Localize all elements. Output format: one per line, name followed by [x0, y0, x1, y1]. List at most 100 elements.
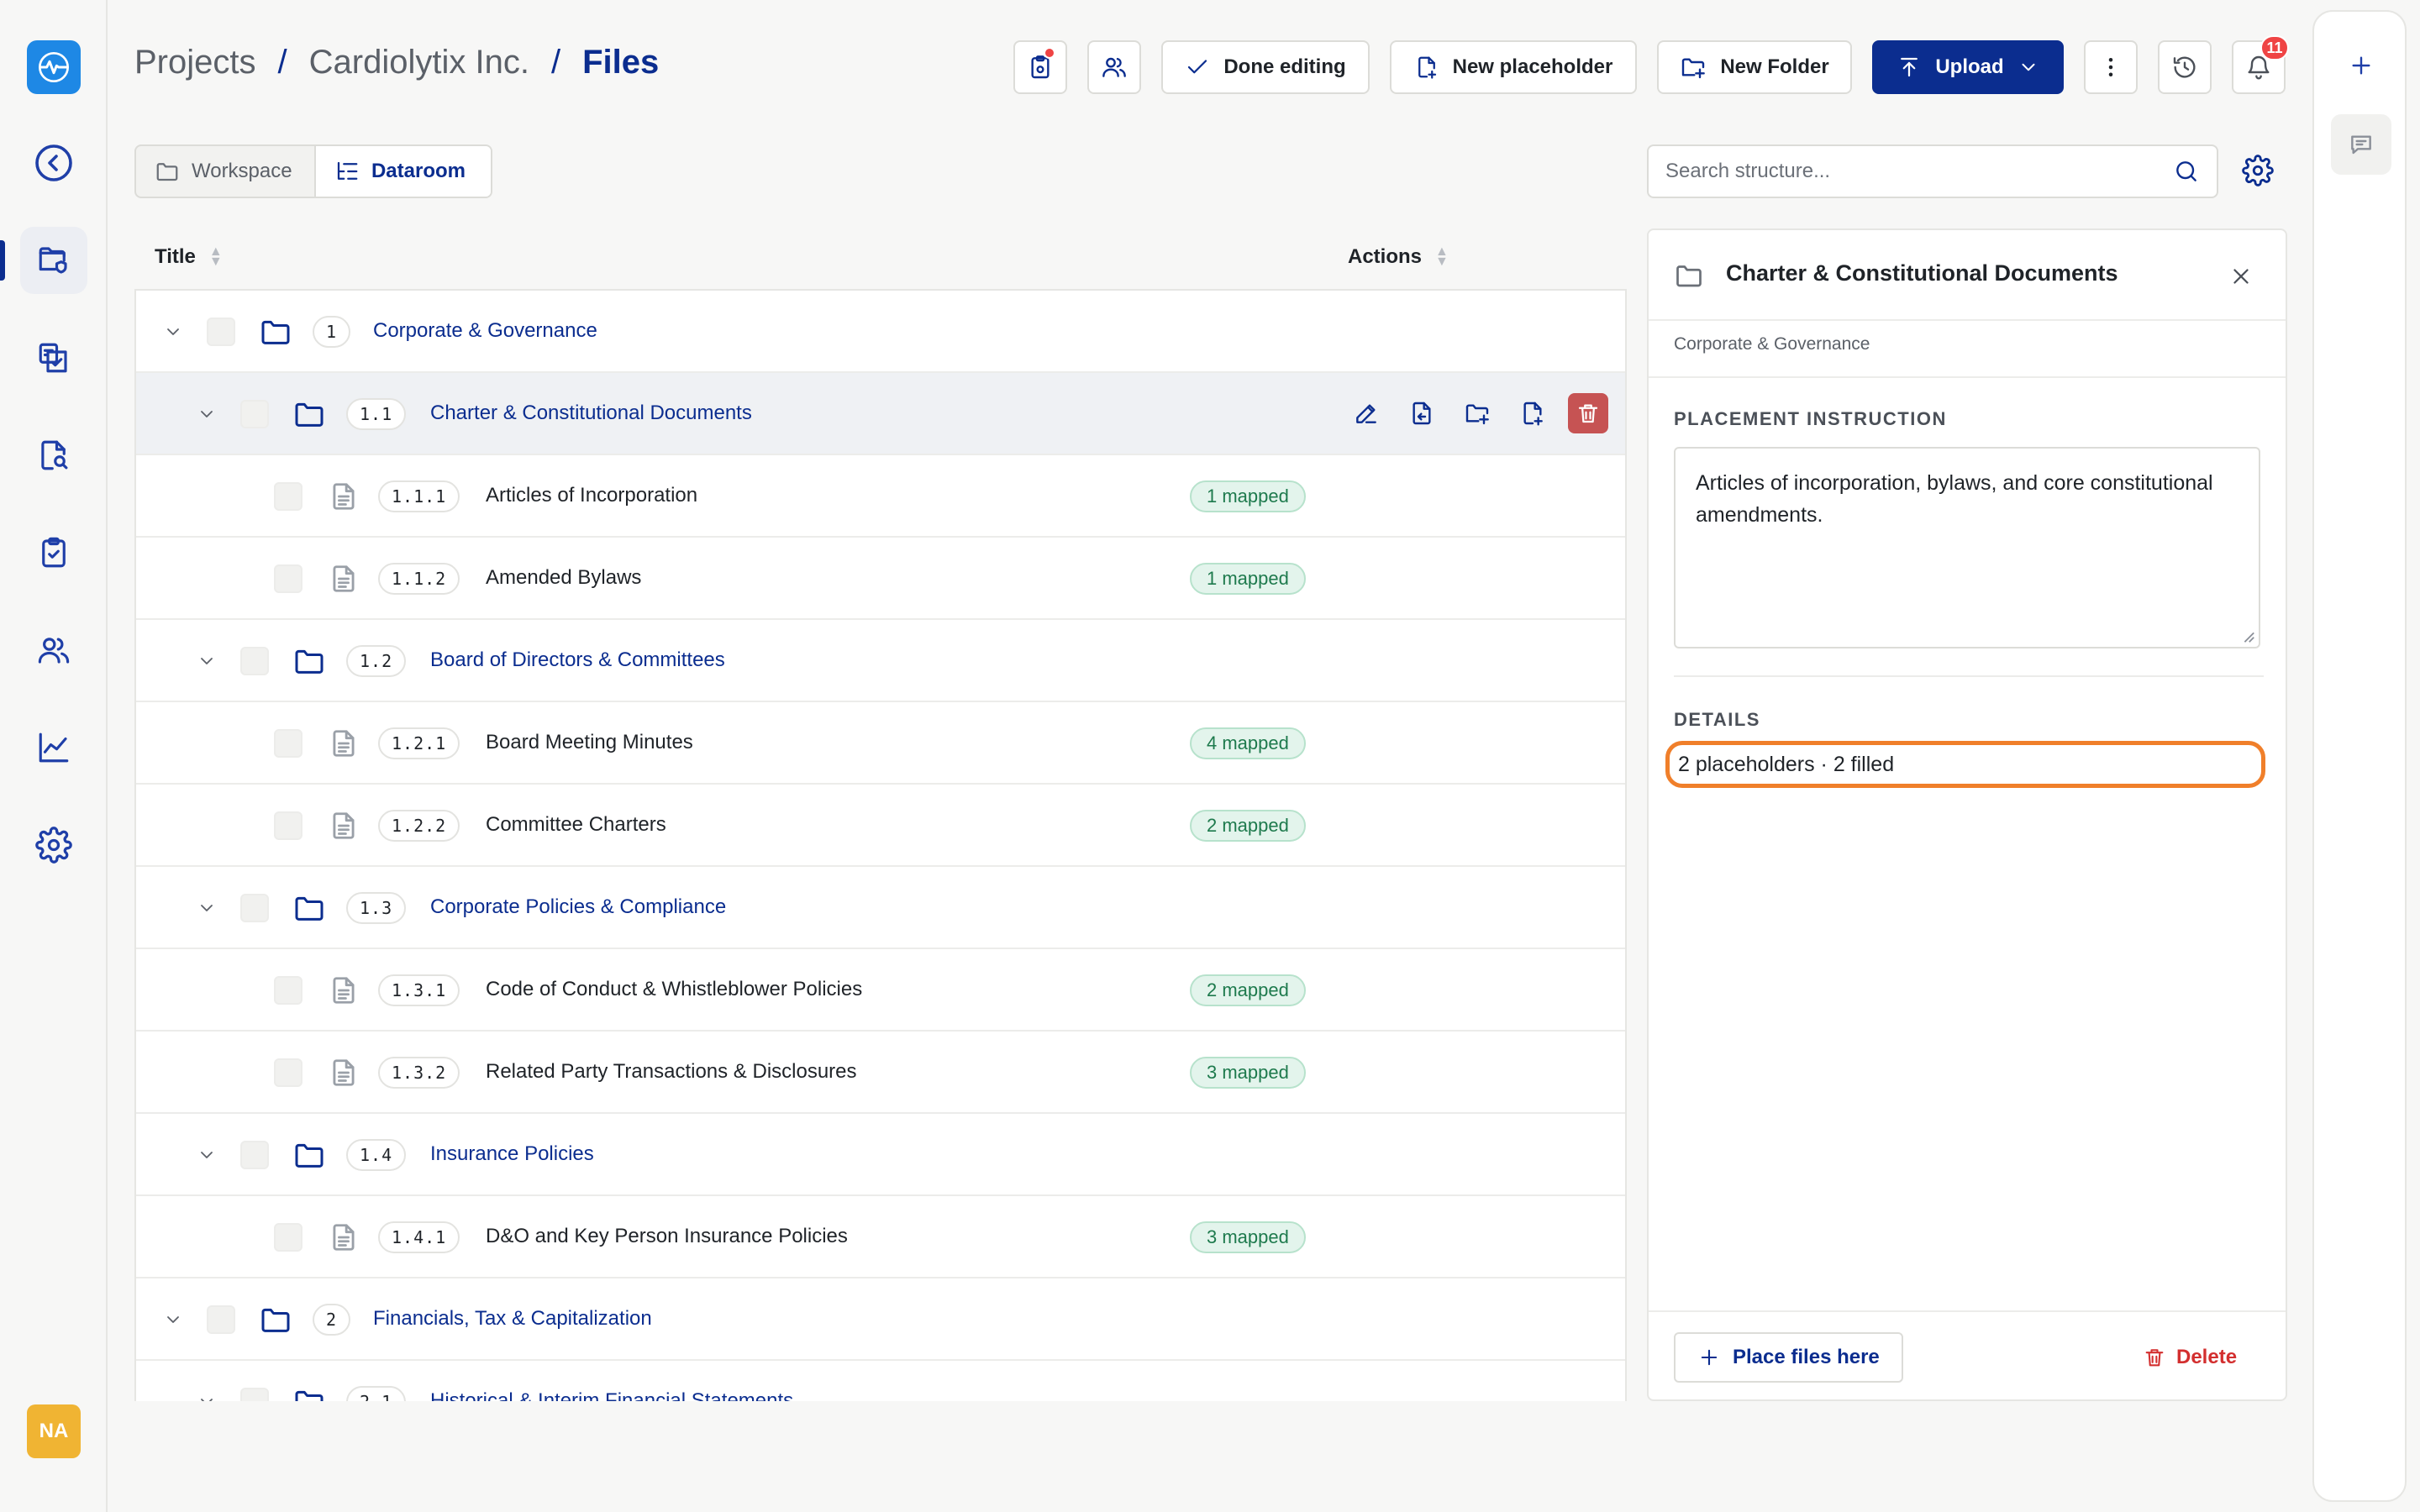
folder-row[interactable]: 1 Corporate & Governance [136, 291, 1625, 373]
place-files-here-button[interactable]: Place files here [1674, 1332, 1903, 1383]
row-checkbox[interactable] [240, 647, 269, 675]
add-placeholder-file-button[interactable] [1512, 393, 1553, 433]
folder-title[interactable]: Corporate & Governance [373, 319, 597, 343]
chevron-down-icon[interactable] [197, 1145, 217, 1165]
done-editing-button[interactable]: Done editing [1161, 40, 1370, 94]
folder-title[interactable]: Board of Directors & Committees [430, 648, 725, 672]
row-checkbox[interactable] [207, 1305, 235, 1334]
sort-icon[interactable]: ▲ ▼ [209, 245, 223, 269]
edit-pencil-button[interactable] [1346, 393, 1386, 433]
placeholder-title[interactable]: Board Meeting Minutes [486, 731, 693, 754]
folder-row[interactable]: 1.2 Board of Directors & Committees [136, 620, 1625, 702]
table-row[interactable]: 1.1.1 Articles of Incorporation 1 mapped [136, 455, 1625, 538]
members-button[interactable] [1087, 40, 1141, 94]
delete-button[interactable]: Delete [2143, 1332, 2237, 1383]
folder-row[interactable]: 2 Financials, Tax & Capitalization [136, 1278, 1625, 1361]
breadcrumb-projects[interactable]: Projects [134, 44, 256, 81]
more-vertical-icon [2108, 58, 2113, 76]
table-row[interactable]: 1.1.2 Amended Bylaws 1 mapped [136, 538, 1625, 620]
history-button[interactable] [2158, 40, 2212, 94]
placement-instruction-textarea[interactable]: Articles of incorporation, bylaws, and c… [1674, 447, 2260, 648]
search-icon [2176, 161, 2196, 181]
document-icon [333, 1224, 355, 1251]
tab-workspace[interactable]: Workspace [136, 146, 314, 197]
nav-files-icon[interactable] [20, 227, 87, 294]
placeholder-title[interactable]: Amended Bylaws [486, 566, 641, 590]
delete-row-button[interactable] [1568, 393, 1608, 433]
nav-analytics-icon[interactable] [20, 714, 87, 781]
chevron-down-icon[interactable] [163, 322, 183, 342]
folder-icon [261, 320, 290, 344]
new-placeholder-button[interactable]: New placeholder [1390, 40, 1637, 94]
upload-button[interactable]: Upload [1872, 40, 2064, 94]
task-clipboard-button[interactable] [1013, 40, 1067, 94]
more-options-button[interactable] [2084, 40, 2138, 94]
chevron-down-icon[interactable] [197, 1392, 217, 1401]
row-checkbox[interactable] [240, 1141, 269, 1169]
folder-title[interactable]: Historical & Interim Financial Statement… [430, 1389, 793, 1401]
move-file-button[interactable] [1402, 393, 1442, 433]
new-folder-button[interactable]: New Folder [1657, 40, 1852, 94]
add-subfolder-button[interactable] [1457, 393, 1497, 433]
row-checkbox[interactable] [274, 564, 302, 593]
table-row[interactable]: 1.3.1 Code of Conduct & Whistleblower Pol… [136, 949, 1625, 1032]
comments-icon[interactable] [2331, 114, 2391, 175]
close-icon[interactable] [2228, 264, 2254, 289]
row-checkbox[interactable] [207, 318, 235, 346]
table-row[interactable]: 1.4.1 D&O and Key Person Insurance Polici… [136, 1196, 1625, 1278]
back-icon[interactable] [20, 129, 87, 197]
app-logo-icon[interactable] [27, 40, 81, 94]
placeholder-title[interactable]: Code of Conduct & Whistleblower Policies [486, 978, 862, 1001]
user-avatar[interactable]: NA [27, 1404, 81, 1458]
row-checkbox[interactable] [274, 811, 302, 840]
folder-icon [295, 402, 324, 427]
nav-settings-gear-icon[interactable] [20, 811, 87, 879]
nav-review-icon[interactable] [20, 324, 87, 391]
folder-row[interactable]: 1.1 Charter & Constitutional Documents [136, 373, 1625, 455]
placeholder-title[interactable]: Committee Charters [486, 813, 666, 837]
placeholder-title[interactable]: Related Party Transactions & Disclosures [486, 1060, 857, 1084]
chevron-down-icon[interactable] [197, 404, 217, 424]
row-checkbox[interactable] [274, 1058, 302, 1087]
table-row[interactable]: 1.3.2 Related Party Transactions & Disclo… [136, 1032, 1625, 1114]
table-row[interactable]: 1.2.1 Board Meeting Minutes 4 mapped [136, 702, 1625, 785]
add-plus-icon[interactable] [2331, 35, 2391, 96]
nav-checklist-icon[interactable] [20, 519, 87, 586]
chevron-down-icon[interactable] [163, 1310, 183, 1330]
item-number: 1.1.1 [378, 480, 460, 512]
details-summary: 2 placeholders · 2 filled [1665, 741, 2265, 788]
sort-icon[interactable]: ▲ ▼ [1435, 245, 1449, 269]
folder-row[interactable]: 1.3 Corporate Policies & Compliance [136, 867, 1625, 949]
placeholder-title[interactable]: Articles of Incorporation [486, 484, 697, 507]
folder-row[interactable]: 1.4 Insurance Policies [136, 1114, 1625, 1196]
row-checkbox[interactable] [274, 1223, 302, 1252]
item-number: 1.2.1 [378, 727, 460, 759]
row-checkbox[interactable] [274, 729, 302, 758]
nav-users-icon[interactable] [20, 617, 87, 684]
nav-search-docs-icon[interactable] [20, 422, 87, 489]
folder-icon [261, 1308, 290, 1332]
folder-title[interactable]: Financials, Tax & Capitalization [373, 1307, 652, 1331]
tab-dataroom[interactable]: Dataroom [313, 146, 491, 197]
resize-grip-icon[interactable] [2240, 628, 2255, 643]
folder-title[interactable]: Corporate Policies & Compliance [430, 895, 726, 919]
title-column-header[interactable]: Title ▲ ▼ [155, 245, 223, 269]
row-checkbox[interactable] [240, 1388, 269, 1401]
folder-row[interactable]: 2.1 Historical & Interim Financial Statem… [136, 1361, 1625, 1401]
actions-column-header[interactable]: Actions ▲ ▼ [1348, 245, 1449, 269]
table-row[interactable]: 1.2.2 Committee Charters 2 mapped [136, 785, 1625, 867]
item-number: 1 [313, 316, 351, 348]
chevron-down-icon[interactable] [197, 651, 217, 671]
folder-title[interactable]: Charter & Constitutional Documents [430, 402, 752, 425]
placeholder-title[interactable]: D&O and Key Person Insurance Policies [486, 1225, 848, 1248]
breadcrumb-company[interactable]: Cardiolytix Inc. [309, 44, 529, 81]
row-checkbox[interactable] [274, 976, 302, 1005]
edit-pencil-icon [1356, 404, 1376, 423]
row-checkbox[interactable] [274, 482, 302, 511]
row-checkbox[interactable] [240, 894, 269, 922]
search-input[interactable] [1665, 160, 2173, 183]
structure-settings-gear-icon[interactable] [2242, 155, 2274, 186]
folder-title[interactable]: Insurance Policies [430, 1142, 594, 1166]
chevron-down-icon[interactable] [197, 898, 217, 918]
row-checkbox[interactable] [240, 400, 269, 428]
